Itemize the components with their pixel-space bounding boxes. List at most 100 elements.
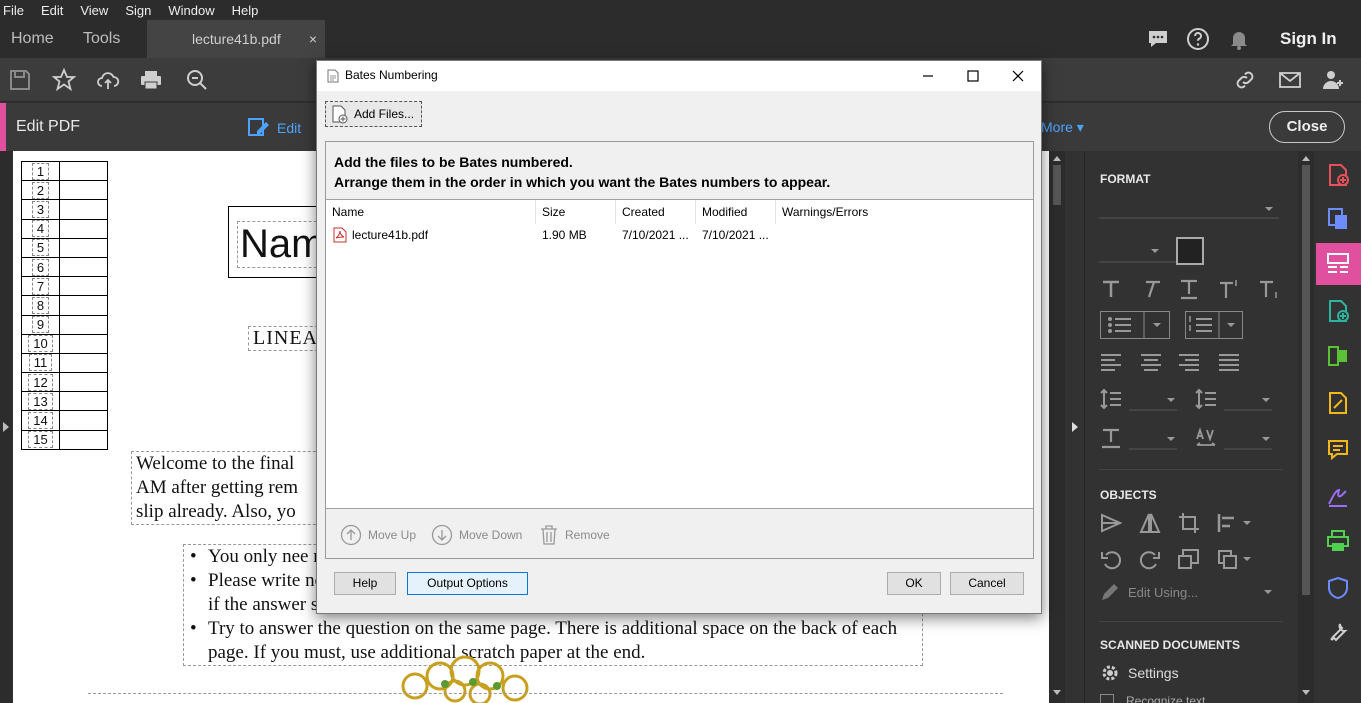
panel-scrollbar[interactable]	[1298, 151, 1314, 703]
help-button[interactable]: Help	[334, 572, 396, 595]
align-left-icon[interactable]	[1100, 351, 1122, 373]
tab-document[interactable]: lecture41b.pdf ×	[147, 20, 325, 58]
crop-icon[interactable]	[1178, 512, 1200, 534]
paragraph-spacing-dropdown[interactable]	[1224, 391, 1274, 411]
close-icon[interactable]	[1008, 66, 1028, 86]
edit-pdf-tool-active[interactable]	[1316, 243, 1361, 285]
column-header-name[interactable]: Name	[326, 200, 536, 224]
paragraph-spacing-icon[interactable]	[1195, 388, 1217, 410]
font-family-dropdown[interactable]	[1099, 201, 1279, 219]
menu-window[interactable]: Window	[168, 3, 214, 18]
replace-image-icon[interactable]	[1178, 548, 1200, 570]
page-number[interactable]: 10	[28, 335, 53, 353]
char-scale-dropdown[interactable]	[1129, 430, 1179, 450]
star-icon[interactable]	[52, 68, 76, 92]
print-production-icon[interactable]	[1326, 529, 1350, 553]
column-header-size[interactable]: Size	[536, 200, 616, 224]
more-tools-icon[interactable]	[1326, 621, 1350, 645]
close-edit-button[interactable]: Close	[1269, 111, 1345, 143]
edit-using-dropdown[interactable]: Edit Using...	[1100, 582, 1273, 602]
cancel-button[interactable]: Cancel	[950, 572, 1024, 595]
page-number[interactable]: 15	[28, 431, 53, 449]
page-number[interactable]: 6	[31, 258, 50, 276]
bell-icon[interactable]	[1227, 27, 1251, 51]
document-scrollbar[interactable]	[1049, 151, 1065, 703]
align-center-icon[interactable]	[1140, 351, 1162, 373]
page-number[interactable]: 4	[31, 220, 50, 238]
upload-cloud-icon[interactable]	[96, 68, 120, 92]
remove-button[interactable]: Remove	[539, 524, 610, 546]
right-panel-toggle[interactable]	[1065, 151, 1084, 703]
left-panel-toggle[interactable]	[0, 151, 12, 703]
page-number[interactable]: 7	[31, 277, 50, 295]
organize-pages-icon[interactable]	[1326, 344, 1350, 368]
char-spacing-icon[interactable]	[1195, 427, 1217, 449]
ok-button[interactable]: OK	[887, 572, 941, 595]
align-objects-dropdown[interactable]	[1217, 512, 1253, 534]
page-number[interactable]: 2	[31, 181, 50, 199]
dialog-title-bar[interactable]: Bates Numbering	[317, 61, 1041, 91]
tab-close-icon[interactable]: ×	[309, 20, 317, 58]
email-icon[interactable]	[1278, 68, 1302, 92]
scroll-up-icon[interactable]	[1301, 154, 1311, 162]
page-number[interactable]: 11	[28, 354, 53, 372]
flip-horizontal-icon[interactable]	[1100, 512, 1122, 534]
comment-icon[interactable]	[1146, 27, 1170, 51]
move-up-button[interactable]: Move Up	[340, 524, 416, 546]
page-number[interactable]: 5	[31, 239, 50, 257]
edit-tool-button[interactable]: Edit	[248, 117, 301, 139]
sign-tool-icon[interactable]	[1326, 484, 1350, 508]
column-header-modified[interactable]: Modified	[696, 200, 776, 224]
char-scale-icon[interactable]	[1100, 427, 1122, 449]
page-number[interactable]: 1	[31, 162, 50, 180]
add-user-icon[interactable]	[1321, 68, 1345, 92]
font-color-swatch[interactable]	[1176, 237, 1204, 265]
bullet-list-dropdown[interactable]	[1100, 311, 1170, 339]
help-icon[interactable]	[1186, 27, 1210, 51]
menu-help[interactable]: Help	[232, 3, 259, 18]
page-number[interactable]: 3	[31, 200, 50, 218]
rotate-left-icon[interactable]	[1100, 548, 1122, 570]
create-pdf-icon[interactable]	[1326, 163, 1350, 187]
line-spacing-dropdown[interactable]	[1129, 391, 1179, 411]
font-size-dropdown[interactable]	[1099, 241, 1179, 263]
fill-sign-icon[interactable]	[1326, 391, 1350, 415]
superscript-icon[interactable]	[1218, 278, 1240, 300]
line-spacing-icon[interactable]	[1100, 388, 1122, 410]
scroll-down-icon[interactable]	[1052, 689, 1062, 697]
flip-vertical-icon[interactable]	[1139, 512, 1161, 534]
scroll-down-icon[interactable]	[1301, 689, 1311, 697]
move-down-button[interactable]: Move Down	[431, 524, 522, 546]
combine-files-icon[interactable]	[1326, 299, 1350, 323]
rotate-right-icon[interactable]	[1139, 548, 1161, 570]
subscript-icon[interactable]	[1258, 278, 1280, 300]
column-header-created[interactable]: Created	[616, 200, 696, 224]
recognize-checkbox[interactable]	[1100, 694, 1114, 703]
save-icon[interactable]	[8, 68, 32, 92]
recognize-text-option[interactable]: Recognize text	[1100, 694, 1205, 703]
menu-view[interactable]: View	[80, 3, 108, 18]
text-style-icon[interactable]	[1100, 278, 1122, 300]
add-files-button[interactable]: Add Files...	[325, 101, 422, 127]
page-number[interactable]: 9	[31, 316, 50, 334]
settings-button[interactable]: Settings	[1100, 663, 1179, 683]
menu-sign[interactable]: Sign	[125, 3, 151, 18]
page-number[interactable]: 12	[28, 373, 53, 391]
menu-edit[interactable]: Edit	[41, 3, 63, 18]
tab-tools[interactable]: Tools	[83, 20, 120, 58]
page-number[interactable]: 8	[31, 296, 50, 314]
italic-icon[interactable]	[1140, 278, 1162, 300]
zoom-icon[interactable]	[185, 68, 209, 92]
page-number[interactable]: 14	[28, 412, 53, 430]
print-icon[interactable]	[139, 68, 163, 92]
more-dropdown[interactable]: More ▾	[1041, 103, 1084, 151]
protect-icon[interactable]	[1326, 576, 1350, 600]
maximize-icon[interactable]	[963, 66, 983, 86]
scroll-thumb[interactable]	[1053, 165, 1061, 205]
scroll-thumb[interactable]	[1302, 165, 1310, 595]
minimize-icon[interactable]	[918, 66, 938, 86]
export-pdf-icon[interactable]	[1326, 207, 1350, 231]
welcome-paragraph[interactable]: Welcome to the final AM after getting re…	[131, 451, 331, 525]
page-number[interactable]: 13	[28, 392, 53, 410]
underline-icon[interactable]	[1178, 278, 1200, 300]
